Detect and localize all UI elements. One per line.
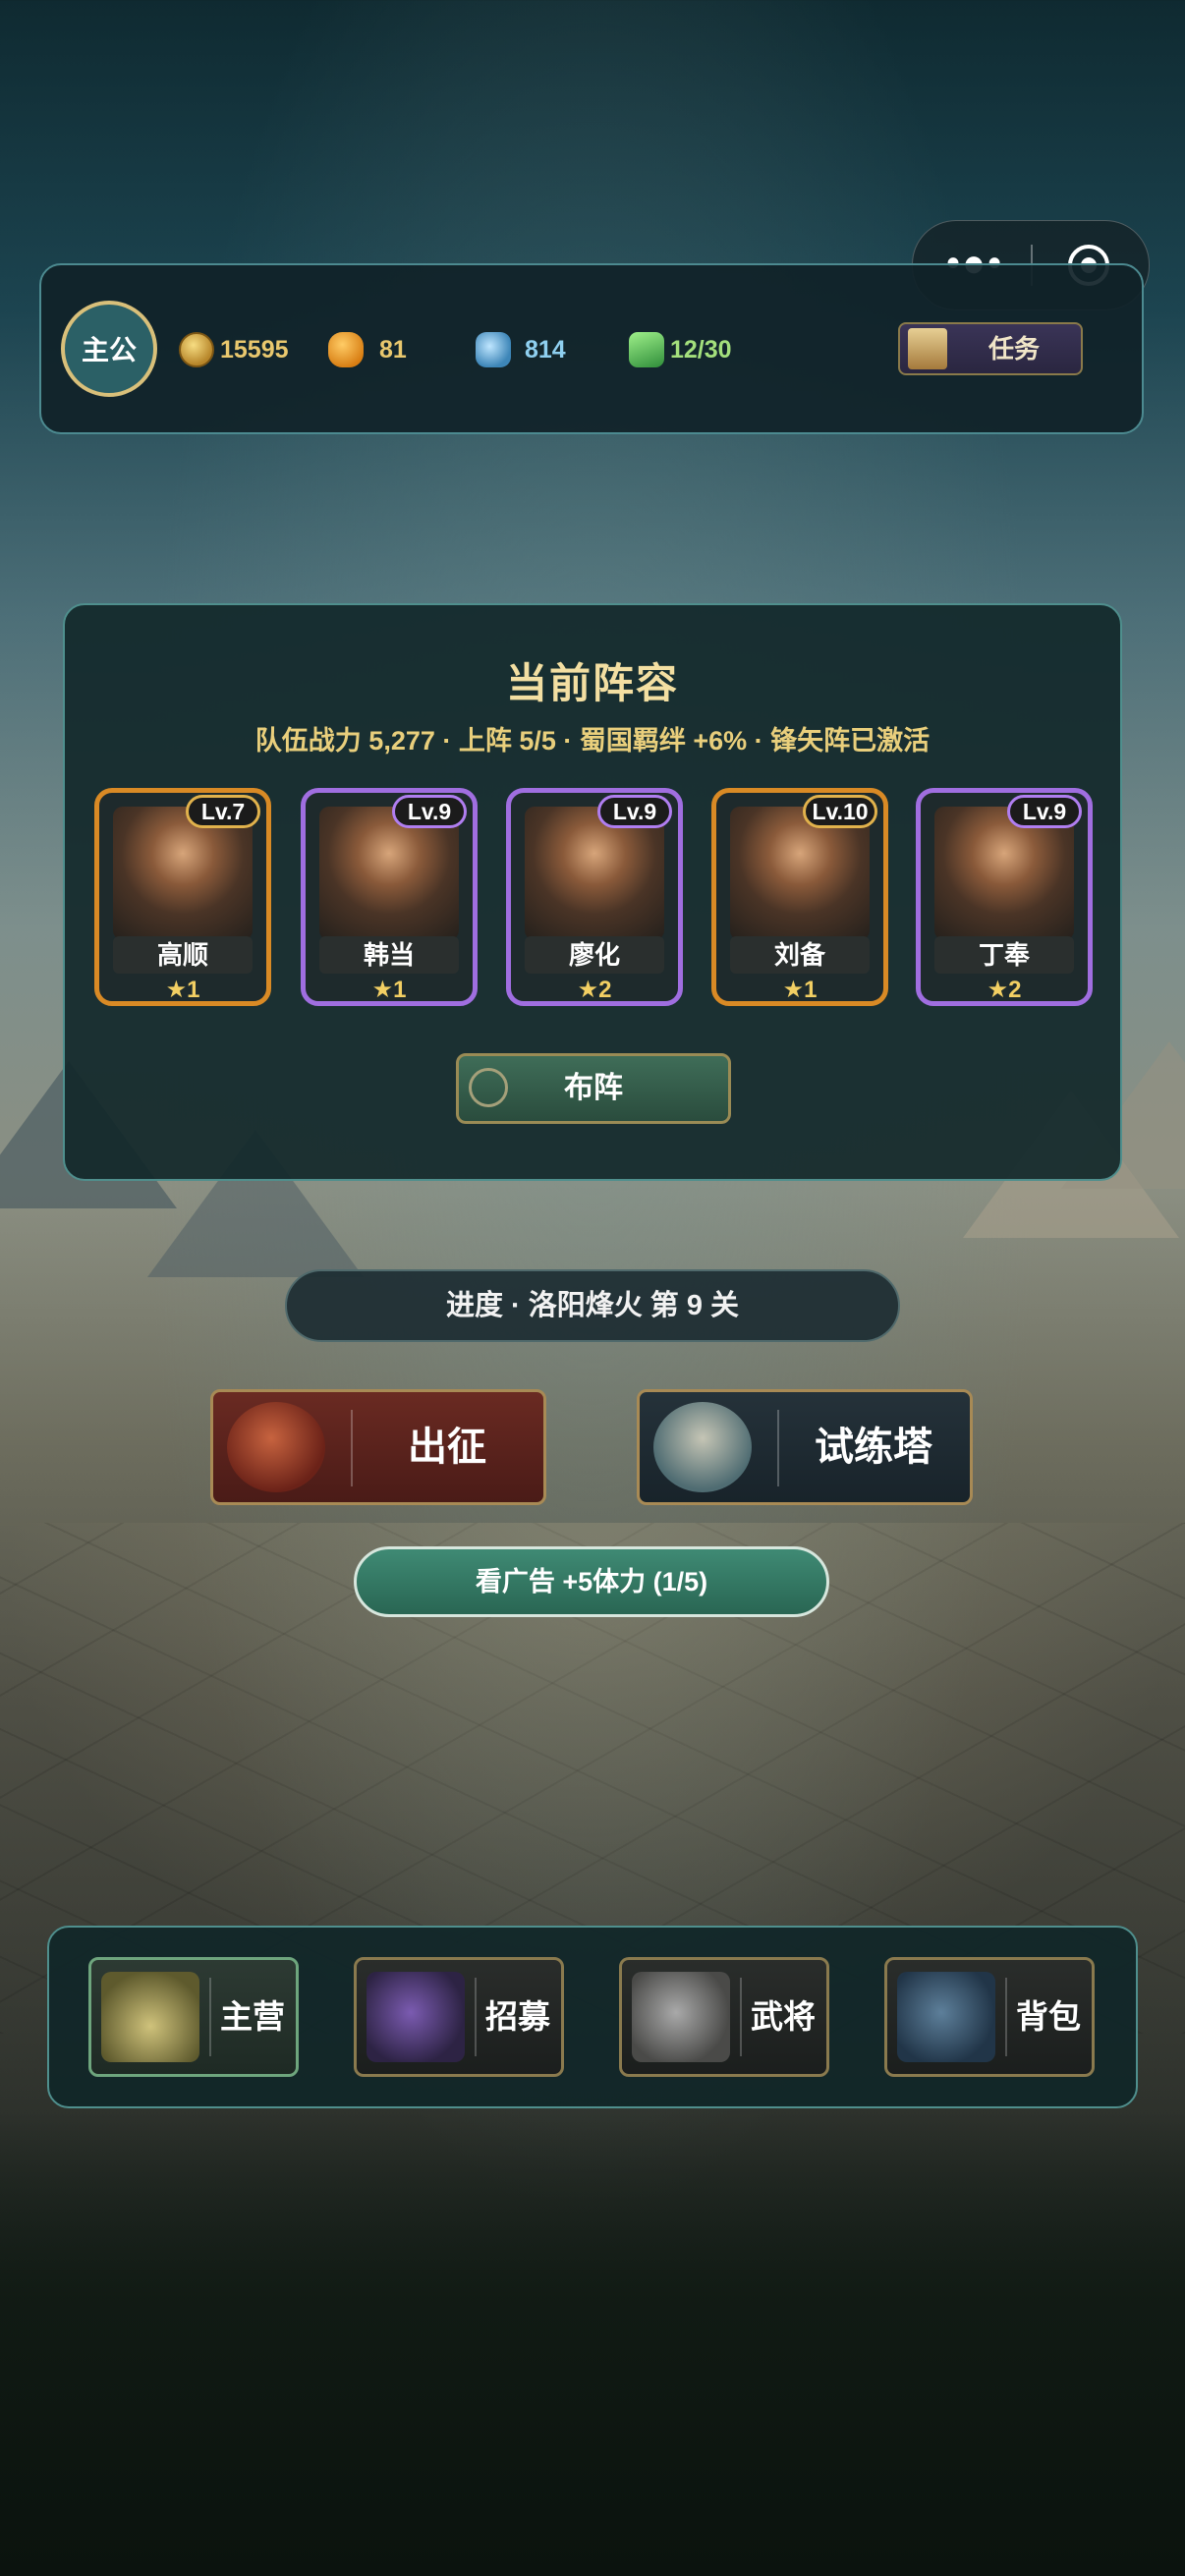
ingot-resource: 81: [328, 328, 407, 371]
gold-coin-icon: [179, 332, 214, 367]
stamina-resource: 12/30: [629, 328, 732, 371]
hero-stars: ★1: [371, 977, 407, 1003]
nav-item-bag[interactable]: 背包: [884, 1957, 1095, 2077]
general-helmet-icon: [632, 1972, 730, 2062]
nav-item-recruit[interactable]: 招募: [354, 1957, 564, 2077]
quest-button[interactable]: 任务: [898, 322, 1083, 375]
jade-value: 814: [525, 335, 566, 364]
nav-item-label: 主营: [220, 1998, 285, 2035]
stamina-value: 12/30: [670, 335, 732, 364]
hero-stars: ★2: [987, 977, 1022, 1003]
hero-name: 廖化: [525, 936, 664, 974]
hero-stars: ★1: [165, 977, 200, 1003]
nav-item-generals[interactable]: 武将: [619, 1957, 829, 2077]
hero-level-badge: Lv.9: [597, 795, 672, 828]
hero-level-badge: Lv.7: [186, 795, 260, 828]
war-banner-icon: [227, 1402, 325, 1492]
hero-level-badge: Lv.10: [803, 795, 877, 828]
camp-tent-icon: [101, 1972, 199, 2062]
formation-title: 当前阵容: [505, 660, 679, 706]
hero-level-badge: Lv.9: [392, 795, 467, 828]
trial-tower-button[interactable]: 试练塔: [637, 1389, 973, 1505]
deploy-formation-button[interactable]: 布阵: [456, 1053, 731, 1124]
hero-card[interactable]: Lv.9 丁奉 ★2: [916, 788, 1093, 1006]
recruit-scroll-icon: [367, 1972, 465, 2062]
avatar[interactable]: 主公: [61, 301, 157, 397]
deploy-label: 布阵: [564, 1072, 623, 1104]
hero-name: 韩当: [319, 936, 459, 974]
campaign-label: 出征: [408, 1426, 486, 1469]
hero-name: 高顺: [113, 936, 253, 974]
bottom-nav: 主营 招募 武将 背包: [47, 1926, 1138, 2108]
scroll-icon: [908, 328, 947, 369]
hero-card[interactable]: Lv.7 高顺 ★1: [94, 788, 271, 1006]
hero-card[interactable]: Lv.10 刘备 ★1: [711, 788, 888, 1006]
hero-stars: ★1: [782, 977, 818, 1003]
hero-card[interactable]: Lv.9 韩当 ★1: [301, 788, 478, 1006]
stage-progress: 进度 · 洛阳烽火 第 9 关: [285, 1269, 900, 1342]
quest-label: 任务: [988, 334, 1041, 364]
tower-icon: [653, 1402, 752, 1492]
watch-ad-stamina-button[interactable]: 看广告 +5体力 (1/5): [354, 1546, 829, 1617]
ingot-value: 81: [379, 335, 407, 364]
formation-panel: 当前阵容 队伍战力 5,277 · 上阵 5/5 · 蜀国羁绊 +6% · 锋矢…: [63, 603, 1122, 1181]
formation-summary: 队伍战力 5,277 · 上阵 5/5 · 蜀国羁绊 +6% · 锋矢阵已激活: [254, 726, 931, 756]
nav-item-camp[interactable]: 主营: [88, 1957, 299, 2077]
hero-stars: ★2: [577, 977, 612, 1003]
hero-card[interactable]: Lv.9 廖化 ★2: [506, 788, 683, 1006]
gold-resource: 15595: [179, 328, 289, 371]
hero-level-badge: Lv.9: [1007, 795, 1082, 828]
stamina-icon: [629, 332, 664, 367]
resource-bar: 主公 15595 81 814 12/30 任务: [39, 263, 1144, 434]
nav-item-label: 武将: [751, 1998, 816, 2035]
bag-icon: [897, 1972, 995, 2062]
jade-icon: [476, 332, 511, 367]
hero-name: 丁奉: [934, 936, 1074, 974]
nav-item-label: 招募: [485, 1998, 550, 2035]
trial-tower-label: 试练塔: [815, 1426, 932, 1469]
ingot-icon: [328, 332, 364, 367]
hero-name: 刘备: [730, 936, 870, 974]
nav-item-label: 背包: [1016, 1998, 1081, 2035]
gold-value: 15595: [220, 335, 289, 364]
campaign-button[interactable]: 出征: [210, 1389, 546, 1505]
jade-resource: 814: [476, 328, 566, 371]
